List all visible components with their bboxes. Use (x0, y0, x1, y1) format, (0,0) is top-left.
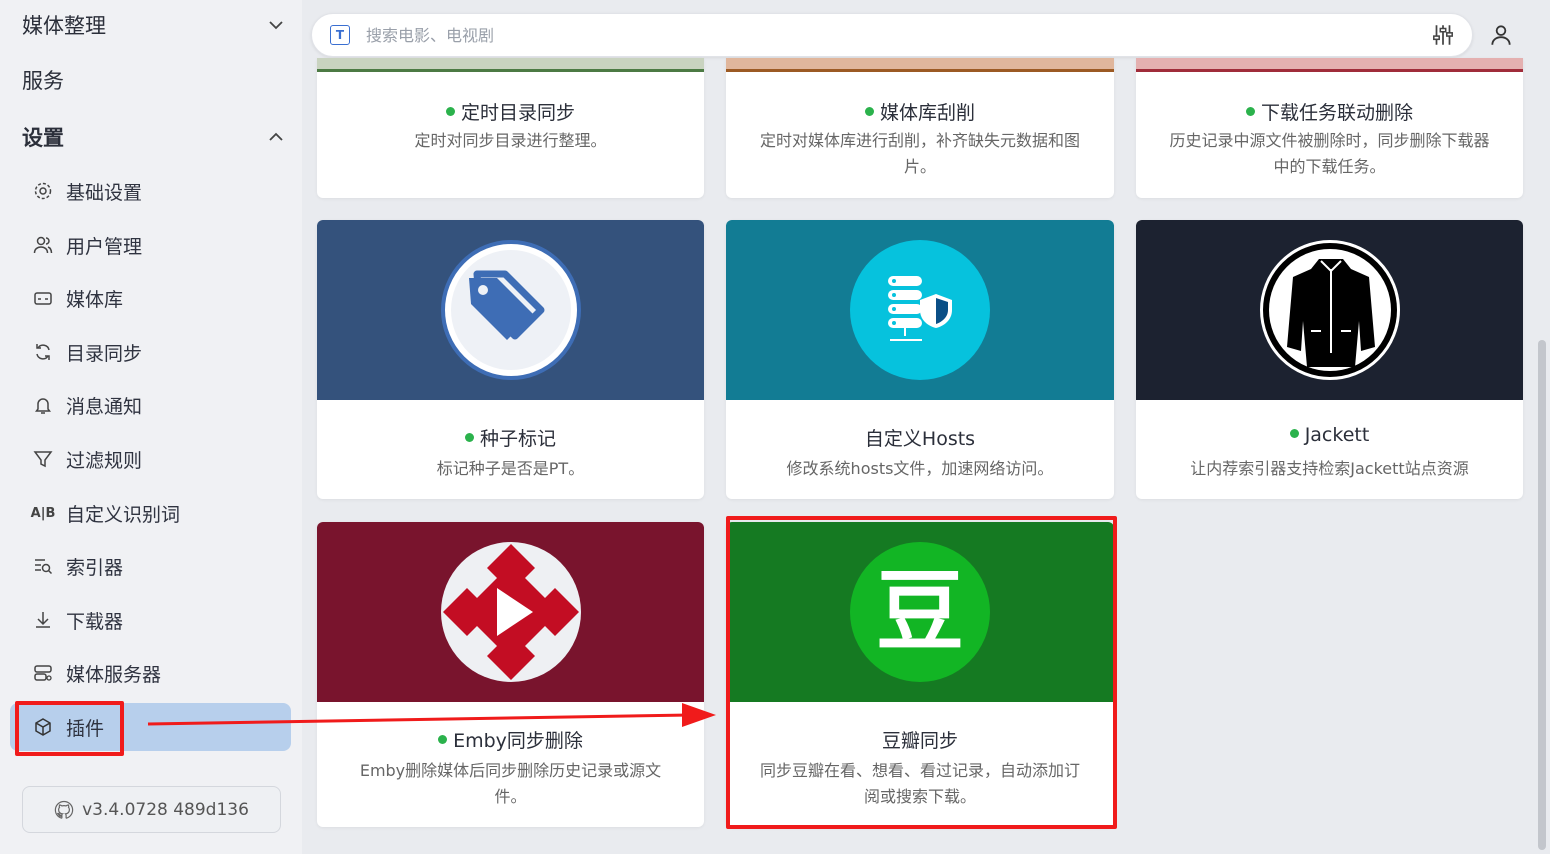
annotation-arrow (147, 703, 716, 727)
scrollbar[interactable] (1538, 340, 1546, 850)
